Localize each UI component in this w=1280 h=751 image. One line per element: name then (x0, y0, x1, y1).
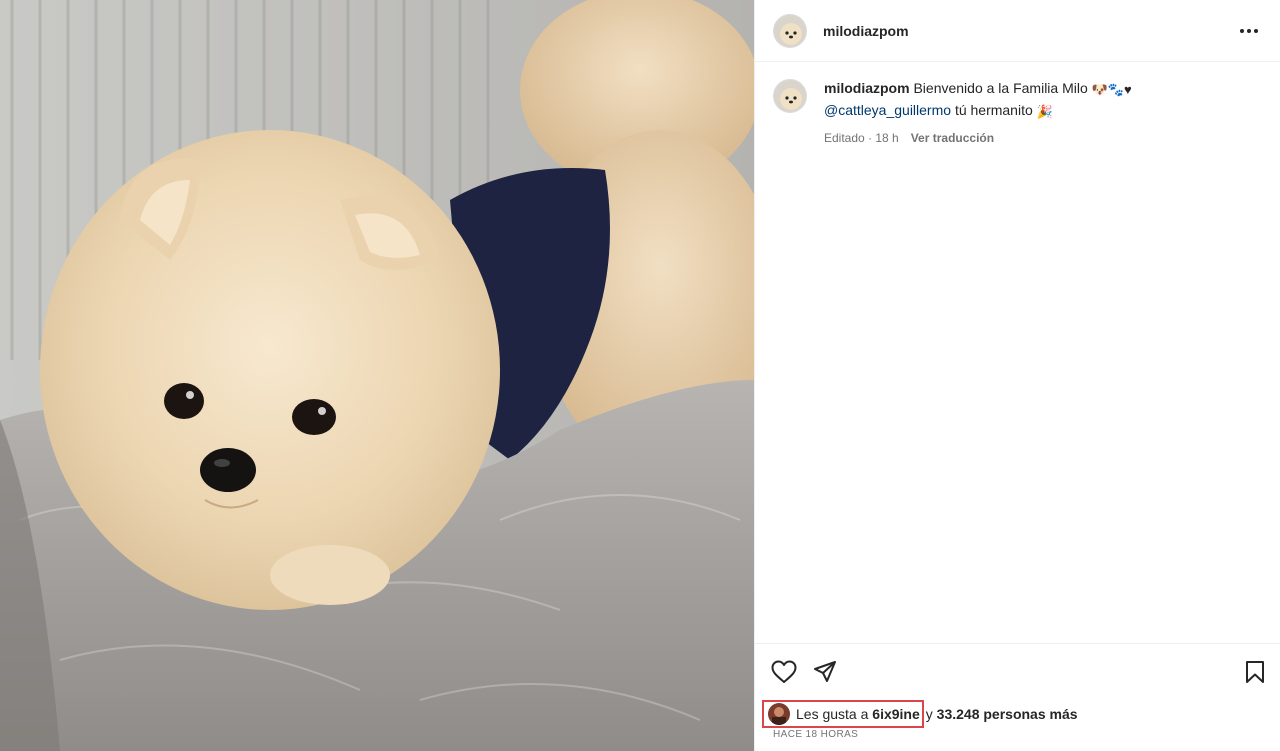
likes-summary: Les gusta a 6ix9ine y 33.248 personas má… (755, 700, 1280, 728)
post-image[interactable] (0, 0, 754, 751)
liked-by-highlight: Les gusta a 6ix9ine (762, 700, 924, 728)
post-actions-section: Les gusta a 6ix9ine y 33.248 personas má… (755, 643, 1280, 740)
caption-text-2: tú hermanito (954, 102, 1033, 118)
likes-and: y (925, 706, 933, 722)
more-options-icon[interactable] (1236, 23, 1262, 39)
edited-label: Editado · 18 h (824, 131, 899, 145)
liker-avatar[interactable] (768, 703, 790, 725)
liker-username[interactable]: 6ix9ine (872, 706, 919, 722)
post-side-panel: milodiazpom milodiazpom Bienvenido a la … (754, 0, 1280, 751)
likes-count-link[interactable]: 33.248 personas más (937, 706, 1078, 722)
caption-body: milodiazpom Bienvenido a la Familia Milo… (824, 78, 1132, 148)
caption-text: Bienvenido a la Familia Milo (913, 80, 1088, 96)
see-translation-link[interactable]: Ver traducción (911, 128, 994, 148)
post-caption: milodiazpom Bienvenido a la Familia Milo… (755, 62, 1280, 148)
heart-icon[interactable] (771, 660, 797, 684)
post-header: milodiazpom (755, 0, 1280, 62)
likes-prefix: Les gusta a (796, 706, 869, 722)
caption-emoji: 🐶🐾♥ (1091, 82, 1132, 97)
post-username[interactable]: milodiazpom (823, 23, 909, 39)
post-timestamp: HACE 18 HORAS (773, 729, 859, 740)
avatar[interactable] (773, 13, 807, 48)
caption-username[interactable]: milodiazpom (824, 80, 910, 96)
send-icon[interactable] (813, 660, 837, 684)
action-bar (755, 644, 1280, 700)
caption-meta: Editado · 18 h Ver traducción (824, 128, 1132, 148)
avatar[interactable] (773, 79, 807, 113)
caption-mention-link[interactable]: @cattleya_guillermo (824, 102, 951, 118)
pomeranian-photo (0, 0, 754, 751)
caption-emoji-2: 🎉 (1036, 104, 1053, 119)
bookmark-icon[interactable] (1244, 660, 1266, 684)
